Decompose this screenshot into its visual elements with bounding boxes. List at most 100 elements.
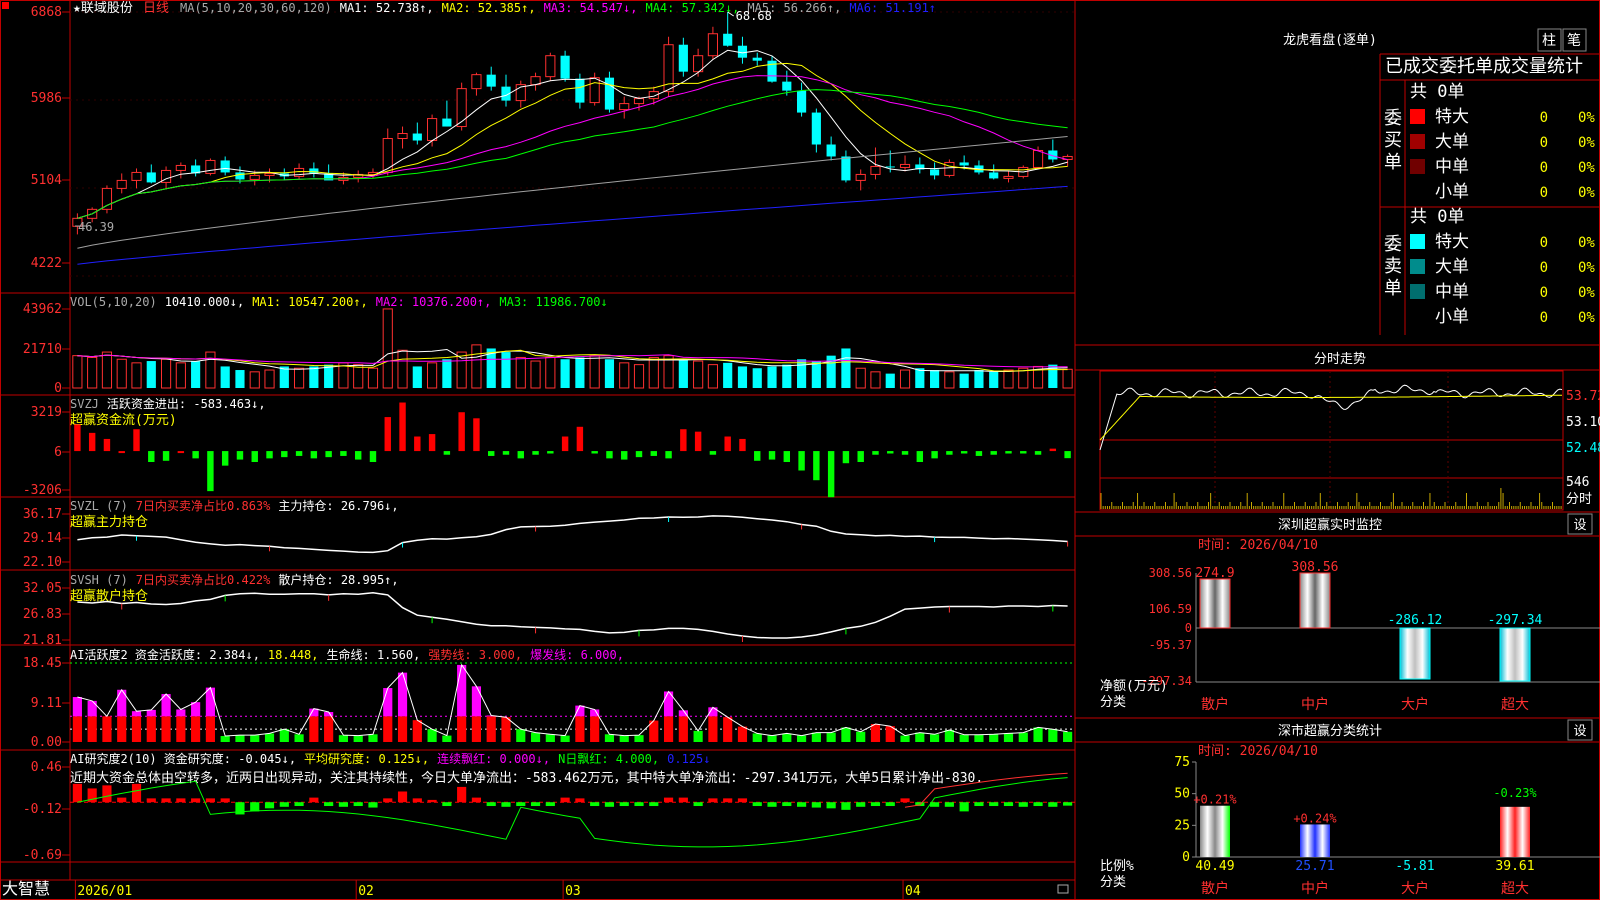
activity-bar-top bbox=[146, 709, 156, 717]
volume-bar bbox=[146, 361, 156, 388]
lock-icon[interactable] bbox=[1057, 884, 1069, 894]
menu-corner-icon[interactable] bbox=[2, 2, 9, 9]
sell-swatch bbox=[1410, 284, 1425, 299]
candle-body bbox=[811, 112, 821, 145]
activity-bar bbox=[87, 716, 97, 742]
activity-bar bbox=[693, 730, 703, 742]
activity-bar bbox=[102, 716, 112, 742]
activity-bar-top bbox=[397, 672, 408, 717]
svzj-subtitle: 超赢资金流(万元) bbox=[70, 412, 177, 428]
fund-flow-bar bbox=[473, 418, 480, 452]
volume-bar bbox=[752, 368, 762, 388]
monitor-time: 时间: 2026/04/10 bbox=[1198, 538, 1318, 553]
research-bar bbox=[1033, 802, 1043, 807]
activity-bar bbox=[368, 734, 378, 742]
candle-body bbox=[471, 74, 482, 90]
class-value-label: 25.71 bbox=[1295, 859, 1334, 874]
fund-flow-bar bbox=[340, 451, 347, 456]
vol-header-item: MA1: 10547.200↑, bbox=[252, 295, 368, 309]
monitor-value-label: -297.34 bbox=[1488, 613, 1543, 628]
research-bar bbox=[634, 802, 644, 807]
activity-line bbox=[77, 663, 1068, 737]
sell-row-name: 特大 bbox=[1435, 232, 1469, 252]
monitor-bar bbox=[1499, 627, 1531, 682]
candle-body bbox=[959, 162, 969, 166]
volume-bar bbox=[885, 373, 895, 388]
fund-flow-bar bbox=[310, 451, 318, 459]
activity-bar bbox=[604, 734, 615, 742]
candle-body bbox=[575, 78, 585, 103]
sell-row-pct: 0% bbox=[1578, 310, 1595, 326]
svsh-tick-label: 32.05 bbox=[23, 581, 62, 596]
fund-flow-bar bbox=[975, 451, 983, 456]
svsh-header-item: 7日内买卖净占比0.422% bbox=[136, 572, 271, 587]
sell-row-vol: 0 bbox=[1540, 260, 1548, 276]
research-bar bbox=[516, 802, 526, 807]
ai1-header-item: AI活跃度2 资金活跃度: 2.384↓, bbox=[70, 647, 260, 662]
activity-bar bbox=[235, 735, 245, 742]
research-bar bbox=[353, 802, 363, 807]
candle-body bbox=[930, 169, 940, 176]
svzl-header-item: SVZL (7) bbox=[70, 499, 128, 513]
fund-flow-bar bbox=[694, 431, 702, 452]
research-bar bbox=[486, 802, 496, 807]
fund-flow-bar bbox=[88, 432, 96, 452]
activity-bar bbox=[974, 734, 984, 742]
buy-row-name: 特大 bbox=[1435, 107, 1469, 127]
activity-bar bbox=[309, 716, 319, 742]
activity-bar bbox=[191, 716, 201, 742]
volume-bar bbox=[101, 351, 113, 389]
volume-bar bbox=[589, 355, 600, 389]
volume-bar bbox=[619, 362, 630, 389]
research-bar bbox=[1048, 802, 1058, 807]
stock-name: ★联域股份 bbox=[73, 1, 133, 16]
vol-header-item: VOL(5,10,20) bbox=[70, 295, 157, 309]
class-time: 时间: 2026/04/10 bbox=[1198, 744, 1318, 759]
volume-bar bbox=[501, 352, 511, 388]
activity-bar bbox=[397, 716, 408, 742]
svzl-tick-label: 36.17 bbox=[23, 507, 62, 522]
fund-flow-bar bbox=[236, 451, 244, 460]
retail-holding-line bbox=[77, 592, 1068, 639]
activity-bar bbox=[900, 735, 910, 742]
fund-flow-bar bbox=[783, 451, 791, 463]
research-bar bbox=[708, 798, 718, 803]
activity-bar bbox=[250, 735, 260, 742]
stock-terminal-canvas[interactable]: 6868 5986 5104 4222 ★联域股份 日线 MA(5,10,20,30,60,… bbox=[0, 0, 1600, 900]
dragon-heading: 已成交委托单成交量统计 bbox=[1385, 56, 1583, 77]
research-bar bbox=[501, 802, 511, 807]
monitor-tick-label: 308.56 bbox=[1149, 566, 1192, 580]
research-bar bbox=[796, 802, 807, 807]
fund-flow-bar bbox=[325, 451, 332, 458]
class-category: 大户 bbox=[1401, 880, 1429, 897]
ai2-header-item: AI研究度2(10) 资金研究度: -0.045↓, bbox=[70, 751, 296, 766]
activity-bar bbox=[1003, 733, 1014, 742]
buy-swatch bbox=[1410, 109, 1425, 124]
buy-total: 共 0单 bbox=[1410, 82, 1464, 102]
volume-bar bbox=[782, 364, 792, 388]
fund-flow-bar bbox=[1064, 451, 1071, 459]
fund-flow-bar bbox=[488, 451, 495, 456]
candle-body bbox=[870, 165, 881, 175]
svzl-tick-label: 22.10 bbox=[23, 555, 62, 570]
fund-flow-bar bbox=[103, 438, 111, 452]
candle-body bbox=[619, 103, 630, 111]
monitor-title: 深圳超赢实时监控 bbox=[1278, 517, 1382, 533]
sell-row-name: 大单 bbox=[1435, 257, 1469, 277]
fund-flow-bar bbox=[901, 451, 909, 455]
fund-flow-bar bbox=[251, 451, 258, 463]
research-bar bbox=[131, 783, 142, 803]
activity-bar bbox=[989, 734, 999, 742]
volume-bar bbox=[737, 366, 748, 388]
activity-bar bbox=[930, 734, 940, 742]
sell-row-pct: 0% bbox=[1578, 235, 1595, 251]
fund-flow-bar bbox=[547, 451, 554, 454]
minute-price-label: 53.10 bbox=[1566, 415, 1600, 430]
research-bar bbox=[368, 802, 378, 808]
candle-body bbox=[841, 156, 851, 181]
volume-bar bbox=[131, 362, 142, 389]
fund-flow-bar bbox=[266, 451, 273, 459]
volume-bar bbox=[249, 371, 260, 389]
sell-row-vol: 0 bbox=[1540, 235, 1548, 251]
research-bar bbox=[959, 802, 969, 812]
